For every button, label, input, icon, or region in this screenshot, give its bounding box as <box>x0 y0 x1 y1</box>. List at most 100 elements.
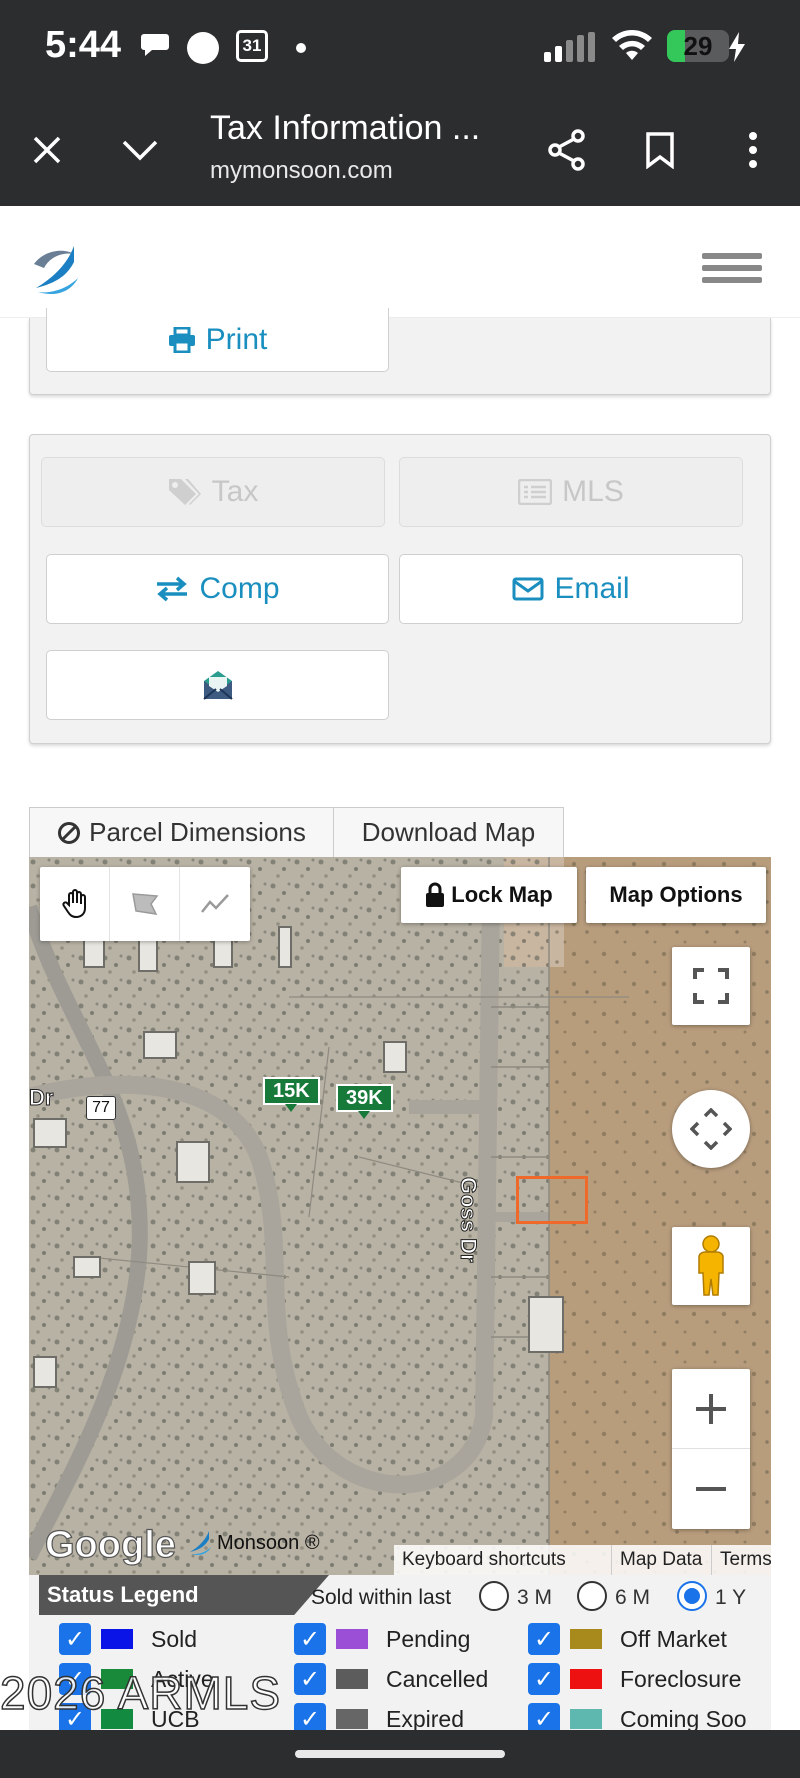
radio-1y[interactable] <box>677 1581 707 1611</box>
checkbox-icon[interactable]: ✓ <box>294 1703 326 1730</box>
print-button[interactable]: Print <box>46 308 389 372</box>
status-swatch-icon <box>570 1669 602 1689</box>
watermark: 2026 ARMLS <box>0 1666 282 1720</box>
price-marker[interactable]: 15K <box>263 1077 320 1112</box>
print-panel: Print <box>29 308 771 395</box>
tab-parcel-dimensions[interactable]: Parcel Dimensions <box>29 807 334 857</box>
circle-notification-icon <box>187 32 219 64</box>
satellite-map[interactable]: Lock Map Map Options 15K 39K Goss Dr Dr … <box>29 857 771 1575</box>
map-data-link[interactable]: Map Data <box>611 1545 711 1575</box>
status-swatch-icon <box>336 1669 368 1689</box>
battery-percent: 29 <box>683 31 713 61</box>
legend-item-label: Foreclosure <box>620 1665 742 1692</box>
legend-item-label: Cancelled <box>386 1665 489 1692</box>
close-icon[interactable] <box>22 125 72 175</box>
map-options-button[interactable]: Map Options <box>586 867 766 923</box>
legend-item[interactable]: ✓ Pending <box>294 1623 470 1655</box>
monsoon-map-label: Monsoon ® <box>217 1531 320 1554</box>
legend-item-label: Pending <box>386 1625 471 1652</box>
actions-panel: Tax MLS Comp Email <box>29 434 771 744</box>
draw-polygon-icon[interactable] <box>110 867 180 941</box>
terms-link[interactable]: Terms <box>711 1545 771 1575</box>
share-icon[interactable] <box>542 125 592 175</box>
zoom-in-icon[interactable] <box>672 1369 750 1449</box>
legend-item[interactable]: ✓ Expired <box>294 1703 464 1730</box>
mail-app-icon <box>202 671 233 700</box>
home-gesture-bar[interactable] <box>295 1750 505 1758</box>
camera-control-icon[interactable] <box>672 1090 750 1168</box>
road-label-left: Dr <box>29 1085 54 1111</box>
tab-parcel-label: Parcel Dimensions <box>89 817 306 847</box>
status-swatch-icon <box>336 1629 368 1649</box>
status-swatch-icon <box>336 1709 368 1729</box>
list-icon <box>518 479 553 505</box>
tab-download-map[interactable]: Download Map <box>333 807 564 857</box>
draw-toolbar <box>40 867 250 941</box>
legend-item[interactable]: ✓ Foreclosure <box>528 1663 741 1695</box>
checkbox-icon[interactable]: ✓ <box>59 1623 91 1655</box>
hand-pan-icon[interactable] <box>40 867 110 941</box>
price-marker[interactable]: 39K <box>336 1084 393 1119</box>
draw-line-icon[interactable] <box>180 867 250 941</box>
status-swatch-icon <box>570 1629 602 1649</box>
map-options-label: Map Options <box>609 882 743 907</box>
legend-item[interactable]: ✓ Coming Soo <box>528 1703 747 1730</box>
monsoon-map-logo: Monsoon ® <box>187 1529 320 1557</box>
page-title: Tax Information ... <box>210 109 481 147</box>
ban-icon <box>58 821 81 844</box>
comp-button[interactable]: Comp <box>46 554 389 624</box>
legend-item[interactable]: ✓ Sold <box>59 1623 197 1655</box>
monsoon-small-logo-icon <box>190 1531 211 1556</box>
checkbox-icon[interactable]: ✓ <box>528 1623 560 1655</box>
exchange-icon <box>157 576 188 602</box>
tax-button-label: Tax <box>211 475 259 508</box>
monsoon-logo-icon[interactable] <box>30 242 82 303</box>
radio-6m[interactable] <box>577 1581 607 1611</box>
mls-button-label: MLS <box>562 475 624 508</box>
bookmark-icon[interactable] <box>635 125 685 175</box>
legend-title: Status Legend <box>39 1575 329 1615</box>
email-button-label: Email <box>554 572 630 605</box>
printer-icon <box>168 326 195 353</box>
checkbox-icon[interactable]: ✓ <box>528 1663 560 1695</box>
street-view-pegman-icon[interactable] <box>672 1227 750 1305</box>
email-button[interactable]: Email <box>399 554 743 624</box>
lock-map-button[interactable]: Lock Map <box>401 867 577 923</box>
radio-3m-label: 3 M <box>517 1586 553 1609</box>
tax-button[interactable]: Tax <box>41 457 385 527</box>
google-logo: Google <box>44 1523 176 1566</box>
chevron-down-icon[interactable] <box>115 125 165 175</box>
clock: 5:44 <box>45 24 122 66</box>
mail-app-button[interactable] <box>46 650 389 720</box>
lock-icon <box>426 882 445 907</box>
radio-6m-label: 6 M <box>615 1586 651 1609</box>
sold-within-label: Sold within last <box>311 1586 452 1609</box>
route-shield-icon: 77 <box>86 1096 116 1120</box>
mls-button[interactable]: MLS <box>399 457 743 527</box>
signal-icon <box>542 32 598 69</box>
tab-download-label: Download Map <box>361 817 536 847</box>
radio-3m[interactable] <box>479 1581 509 1611</box>
more-options-icon[interactable] <box>728 125 778 175</box>
keyboard-shortcuts-link[interactable]: Keyboard shortcuts <box>394 1545 611 1575</box>
hamburger-menu-icon[interactable] <box>702 253 762 289</box>
print-button-label: Print <box>205 322 268 356</box>
status-swatch-icon <box>570 1709 602 1729</box>
tags-icon <box>168 479 201 505</box>
legend-item[interactable]: ✓ Cancelled <box>294 1663 488 1695</box>
lock-map-label: Lock Map <box>451 882 553 907</box>
dot-indicator-icon <box>296 43 306 53</box>
checkbox-icon[interactable]: ✓ <box>528 1703 560 1730</box>
legend-item-label: Coming Soo <box>620 1705 747 1731</box>
fullscreen-icon[interactable] <box>672 947 750 1025</box>
checkbox-icon[interactable]: ✓ <box>294 1663 326 1695</box>
charging-icon <box>728 32 746 69</box>
site-header <box>0 206 800 318</box>
radio-1y-label: 1 Y <box>715 1586 747 1609</box>
zoom-out-icon[interactable] <box>672 1449 750 1529</box>
map-imagery <box>29 857 771 1575</box>
legend-item[interactable]: ✓ Off Market <box>528 1623 727 1655</box>
page-url[interactable]: mymonsoon.com <box>210 157 393 185</box>
checkbox-icon[interactable]: ✓ <box>294 1623 326 1655</box>
selected-parcel-outline[interactable] <box>516 1176 588 1224</box>
